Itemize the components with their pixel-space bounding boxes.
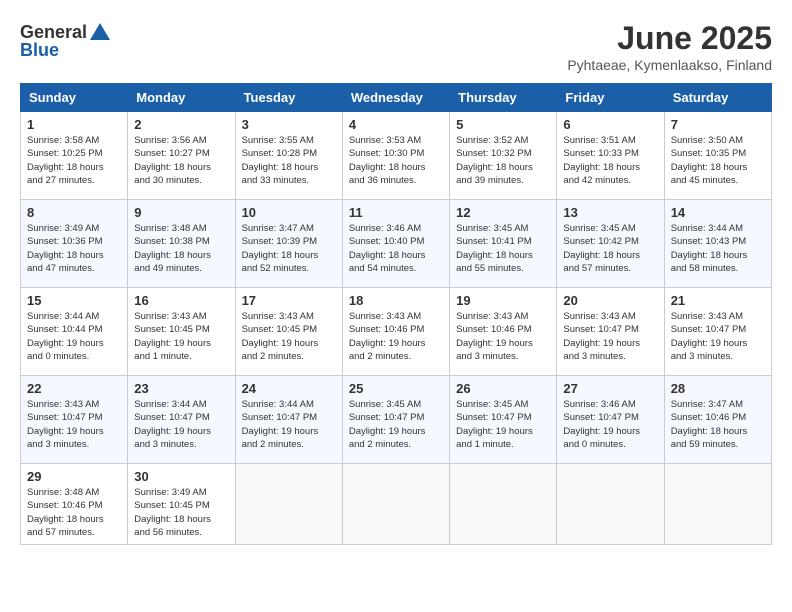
day-9: 9 Sunrise: 3:48 AM Sunset: 10:38 PM Dayl… <box>128 200 235 288</box>
title-block: June 2025 Pyhtaeae, Kymenlaakso, Finland <box>567 20 772 73</box>
day-10: 10 Sunrise: 3:47 AM Sunset: 10:39 PM Day… <box>235 200 342 288</box>
day-7: 7 Sunrise: 3:50 AM Sunset: 10:35 PM Dayl… <box>664 112 771 200</box>
day-17: 17 Sunrise: 3:43 AM Sunset: 10:45 PM Day… <box>235 288 342 376</box>
day-28: 28 Sunrise: 3:47 AM Sunset: 10:46 PM Day… <box>664 376 771 464</box>
logo-icon <box>88 20 112 44</box>
calendar-row-week4: 22 Sunrise: 3:43 AM Sunset: 10:47 PM Day… <box>21 376 772 464</box>
day-20: 20 Sunrise: 3:43 AM Sunset: 10:47 PM Day… <box>557 288 664 376</box>
empty-cell-4 <box>557 464 664 545</box>
day-2: 2 Sunrise: 3:56 AM Sunset: 10:27 PM Dayl… <box>128 112 235 200</box>
day-11: 11 Sunrise: 3:46 AM Sunset: 10:40 PM Day… <box>342 200 449 288</box>
day-30: 30 Sunrise: 3:49 AM Sunset: 10:45 PM Day… <box>128 464 235 545</box>
col-thursday: Thursday <box>450 84 557 112</box>
col-saturday: Saturday <box>664 84 771 112</box>
day-29: 29 Sunrise: 3:48 AM Sunset: 10:46 PM Day… <box>21 464 128 545</box>
empty-cell-2 <box>342 464 449 545</box>
day-24: 24 Sunrise: 3:44 AM Sunset: 10:47 PM Day… <box>235 376 342 464</box>
day-25: 25 Sunrise: 3:45 AM Sunset: 10:47 PM Day… <box>342 376 449 464</box>
day-19: 19 Sunrise: 3:43 AM Sunset: 10:46 PM Day… <box>450 288 557 376</box>
empty-cell-3 <box>450 464 557 545</box>
day-16: 16 Sunrise: 3:43 AM Sunset: 10:45 PM Day… <box>128 288 235 376</box>
day-22: 22 Sunrise: 3:43 AM Sunset: 10:47 PM Day… <box>21 376 128 464</box>
col-tuesday: Tuesday <box>235 84 342 112</box>
month-year: June 2025 <box>567 20 772 57</box>
logo: General Blue <box>20 20 113 61</box>
day-12: 12 Sunrise: 3:45 AM Sunset: 10:41 PM Day… <box>450 200 557 288</box>
calendar-row-week1: 1 Sunrise: 3:58 AM Sunset: 10:25 PM Dayl… <box>21 112 772 200</box>
calendar-row-week5: 29 Sunrise: 3:48 AM Sunset: 10:46 PM Day… <box>21 464 772 545</box>
page-header: General Blue June 2025 Pyhtaeae, Kymenla… <box>20 20 772 73</box>
col-friday: Friday <box>557 84 664 112</box>
day-1: 1 Sunrise: 3:58 AM Sunset: 10:25 PM Dayl… <box>21 112 128 200</box>
col-wednesday: Wednesday <box>342 84 449 112</box>
calendar-row-week2: 8 Sunrise: 3:49 AM Sunset: 10:36 PM Dayl… <box>21 200 772 288</box>
day-3: 3 Sunrise: 3:55 AM Sunset: 10:28 PM Dayl… <box>235 112 342 200</box>
day-23: 23 Sunrise: 3:44 AM Sunset: 10:47 PM Day… <box>128 376 235 464</box>
col-monday: Monday <box>128 84 235 112</box>
day-5: 5 Sunrise: 3:52 AM Sunset: 10:32 PM Dayl… <box>450 112 557 200</box>
col-sunday: Sunday <box>21 84 128 112</box>
calendar-header-row: Sunday Monday Tuesday Wednesday Thursday… <box>21 84 772 112</box>
empty-cell-5 <box>664 464 771 545</box>
day-27: 27 Sunrise: 3:46 AM Sunset: 10:47 PM Day… <box>557 376 664 464</box>
day-14: 14 Sunrise: 3:44 AM Sunset: 10:43 PM Day… <box>664 200 771 288</box>
calendar-table: Sunday Monday Tuesday Wednesday Thursday… <box>20 83 772 545</box>
day-15: 15 Sunrise: 3:44 AM Sunset: 10:44 PM Day… <box>21 288 128 376</box>
day-13: 13 Sunrise: 3:45 AM Sunset: 10:42 PM Day… <box>557 200 664 288</box>
calendar-row-week3: 15 Sunrise: 3:44 AM Sunset: 10:44 PM Day… <box>21 288 772 376</box>
day-18: 18 Sunrise: 3:43 AM Sunset: 10:46 PM Day… <box>342 288 449 376</box>
day-6: 6 Sunrise: 3:51 AM Sunset: 10:33 PM Dayl… <box>557 112 664 200</box>
day-8: 8 Sunrise: 3:49 AM Sunset: 10:36 PM Dayl… <box>21 200 128 288</box>
day-21: 21 Sunrise: 3:43 AM Sunset: 10:47 PM Day… <box>664 288 771 376</box>
location: Pyhtaeae, Kymenlaakso, Finland <box>567 57 772 73</box>
day-4: 4 Sunrise: 3:53 AM Sunset: 10:30 PM Dayl… <box>342 112 449 200</box>
day-26: 26 Sunrise: 3:45 AM Sunset: 10:47 PM Day… <box>450 376 557 464</box>
empty-cell-1 <box>235 464 342 545</box>
